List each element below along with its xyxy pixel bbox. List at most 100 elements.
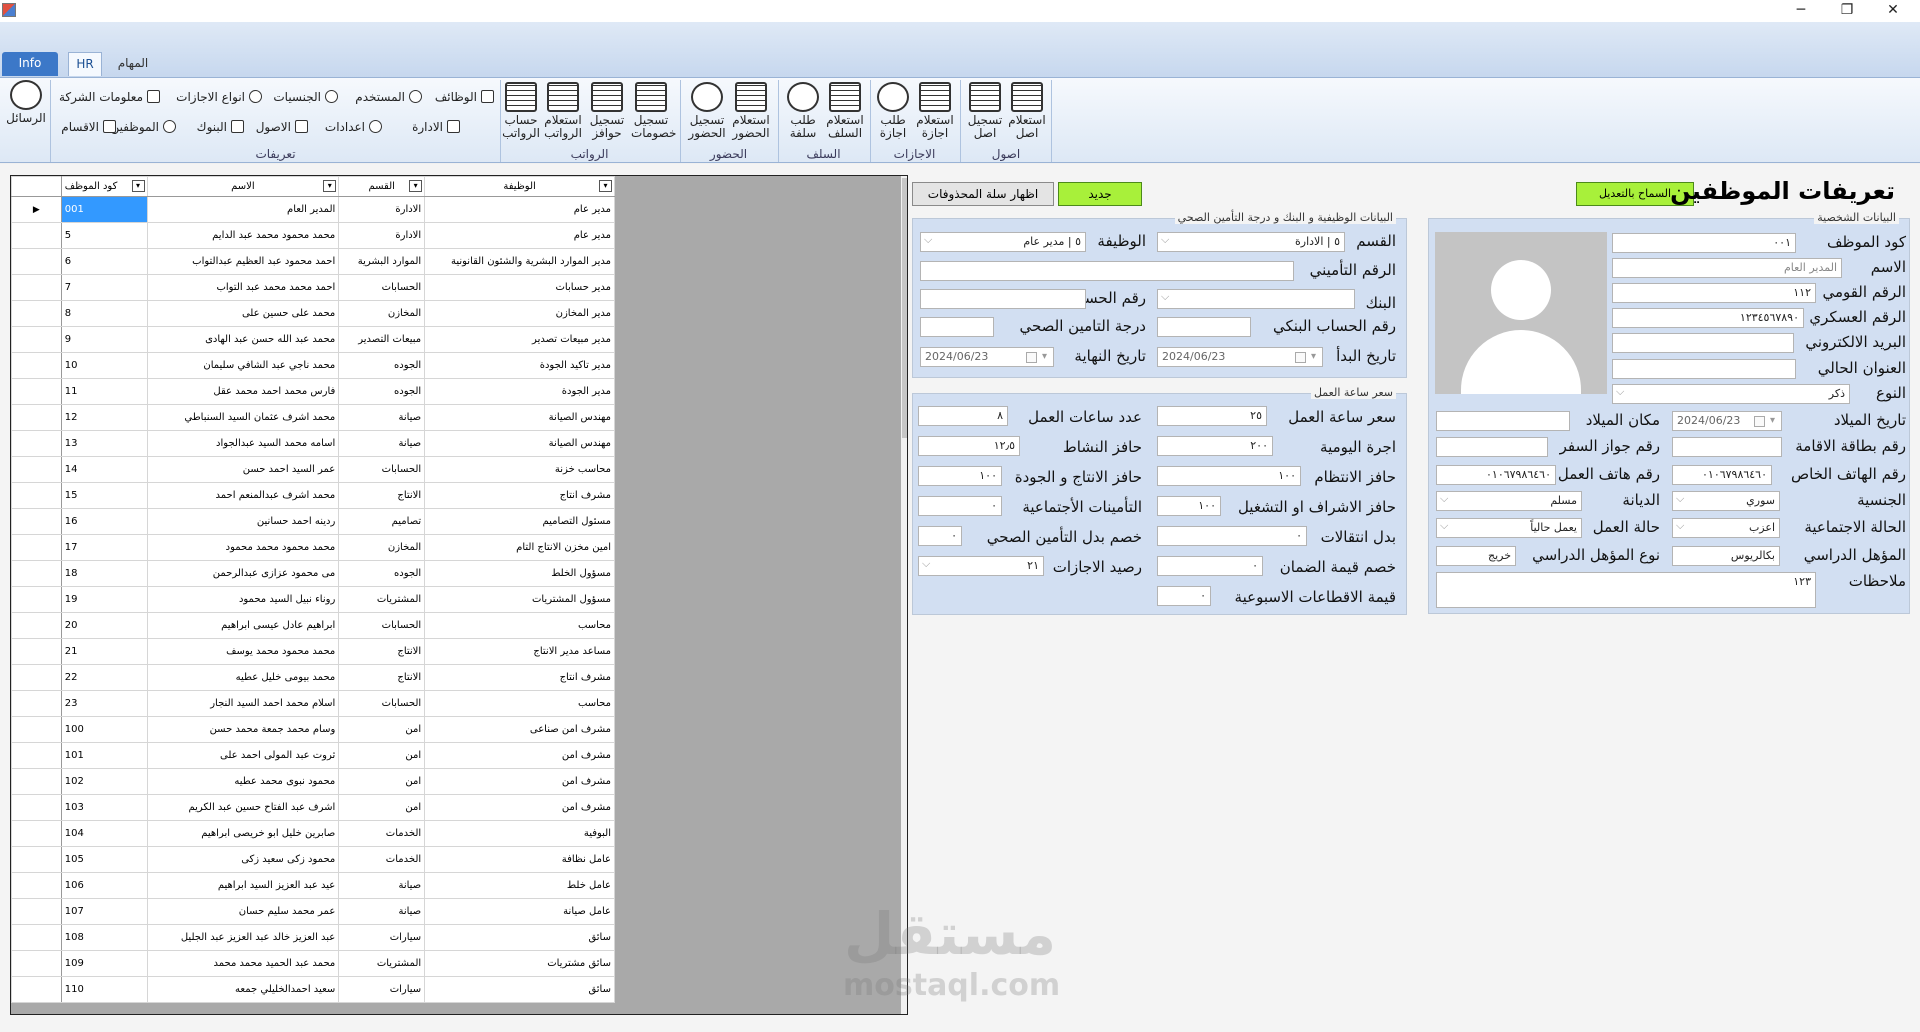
input-health-grade[interactable] (920, 317, 994, 337)
cell-code[interactable]: 109 (60, 950, 148, 977)
table-row[interactable]: 106 عيد عبد العزيز السيد ابراهيم صيانة عامل… (11, 872, 615, 899)
row-header[interactable] (11, 716, 62, 743)
cell-code[interactable]: 12 (60, 404, 148, 431)
table-row[interactable]: 17 محمد محمود محمد محمود المخازن امين مخزن … (11, 534, 615, 561)
cell-job[interactable]: سائق (424, 924, 615, 951)
query-salaries-button[interactable]: استعلام الرواتب (543, 82, 583, 140)
cell-name[interactable]: روناء نبيل السيد محمود (146, 586, 340, 613)
tab-tasks[interactable]: المهام (110, 52, 156, 76)
cell-job[interactable]: عامل صيانة (424, 898, 615, 925)
input-email[interactable] (1612, 333, 1794, 353)
input-account-no[interactable] (920, 289, 1086, 309)
cell-department[interactable]: الخدمات (338, 820, 426, 847)
settings-button[interactable]: اعدادات (325, 118, 382, 136)
employees-button[interactable]: الموظفين (110, 118, 176, 136)
cell-job[interactable]: مدير مبيعات تصدير (424, 326, 615, 353)
table-row[interactable]: 21 محمد محمود محمد يوسف الانتاج مساعد مدير … (11, 638, 615, 665)
cell-code[interactable]: 107 (60, 898, 148, 925)
table-row[interactable]: 18 مى محمود عزازى عبدالرحمن الجوده مسؤول ال… (11, 560, 615, 587)
cell-name[interactable]: محمد عبد الله حسن عبد الهادى (146, 326, 340, 353)
filter-dropdown-icon[interactable]: ▾ (323, 180, 337, 192)
input-production-bonus[interactable]: ١٠٠ (918, 466, 1002, 486)
row-header[interactable] (11, 794, 62, 821)
input-military-no[interactable]: ١٢٣٤٥٦٧٨٩٠ (1612, 308, 1804, 328)
cell-job[interactable]: مدير تاكيد الجودة (424, 352, 615, 379)
cell-department[interactable]: الخدمات (338, 846, 426, 873)
table-row[interactable]: 14 عمر السيد احمد حسن الحسابات محاسب خزنة (11, 456, 615, 483)
select-work-status[interactable]: يعمل حالياً (1436, 518, 1582, 538)
maximize-button[interactable]: ❐ (1824, 0, 1870, 22)
cell-job[interactable]: مدير حسابات (424, 274, 615, 301)
cell-name[interactable]: ثروت عبد المولى احمد على (146, 742, 340, 769)
cell-name[interactable]: احمد محمود عبد العظيم عبدالتواب (146, 248, 340, 275)
table-row[interactable]: ▶ 001 المدير العام الادارة مدير عام (11, 196, 615, 223)
cell-department[interactable]: الادارة (338, 196, 426, 223)
cell-job[interactable]: مشرف انتاج (424, 664, 615, 691)
cell-name[interactable]: اشرف عبد الفتاح حسين عبد الكريم (146, 794, 340, 821)
request-loan-button[interactable]: طلب سلفة (783, 82, 823, 140)
input-work-hours[interactable]: ٨ (918, 406, 1008, 426)
input-passport[interactable] (1436, 437, 1548, 457)
cell-job[interactable]: مدير المخازن (424, 300, 615, 327)
cell-department[interactable]: صيانة (338, 872, 426, 899)
cell-department[interactable]: امن (338, 768, 426, 795)
cell-name[interactable]: ابراهيم عادل عيسى ابراهيم (146, 612, 340, 639)
cell-name[interactable]: ردينه احمد حسانين (146, 508, 340, 535)
register-deductions-button[interactable]: تسجيل خصومات (631, 82, 676, 140)
cell-department[interactable]: الموارد البشرية (338, 248, 426, 275)
cell-department[interactable]: المشتريات (338, 950, 426, 977)
row-header[interactable] (11, 508, 62, 535)
row-header[interactable] (11, 742, 62, 769)
cell-department[interactable]: امن (338, 794, 426, 821)
table-row[interactable]: 20 ابراهيم عادل عيسى ابراهيم الحسابات محاسب (11, 612, 615, 639)
input-supervision-bonus[interactable]: ١٠٠ (1157, 496, 1221, 516)
input-insurance-no[interactable] (920, 261, 1294, 281)
cell-name[interactable]: محمد عبد الحميد محمد محمد (146, 950, 340, 977)
input-hour-price[interactable]: ٢٥ (1157, 406, 1267, 426)
table-row[interactable]: 7 احمد محمد محمد عبد التواب الحسابات مدير ح… (11, 274, 615, 301)
input-health-deduction[interactable]: ٠ (918, 526, 962, 546)
cell-job[interactable]: عامل نظافة (424, 846, 615, 873)
register-incentives-button[interactable]: تسجيل حوافز (587, 82, 627, 140)
cell-code[interactable]: 108 (60, 924, 148, 951)
cell-job[interactable]: مشرف انتاج (424, 482, 615, 509)
cell-code[interactable]: 22 (60, 664, 148, 691)
row-header[interactable] (11, 924, 62, 951)
cell-job[interactable]: سائق مشتريات (424, 950, 615, 977)
date-checkbox[interactable] (1754, 416, 1765, 427)
row-header[interactable] (11, 898, 62, 925)
column-header-code[interactable]: كود الموظف ▾ (60, 176, 148, 197)
cell-code[interactable]: 110 (60, 976, 148, 1003)
cell-job[interactable]: امين مخزن الانتاج التام (424, 534, 615, 561)
row-header[interactable] (11, 378, 62, 405)
table-row[interactable]: 10 محمد ناجي عبد الشافي سليمان الجوده مدير … (11, 352, 615, 379)
cell-name[interactable]: محمد بيومى خليل عطيه (146, 664, 340, 691)
cell-name[interactable]: صابرين خليل ابو خريصى ابراهيم (146, 820, 340, 847)
cell-name[interactable]: اسامه محمد السيد عبدالجواد (146, 430, 340, 457)
cell-department[interactable]: الجوده (338, 560, 426, 587)
table-row[interactable]: 11 فارس محمد احمد محمد عقل الجوده مدير الجو… (11, 378, 615, 405)
cell-department[interactable]: الحسابات (338, 612, 426, 639)
assets-button[interactable]: الاصول (256, 118, 308, 136)
jobs-button[interactable]: الوظائف (435, 88, 494, 106)
cell-name[interactable]: محمود زكى سعيد زكى (146, 846, 340, 873)
cell-code[interactable]: 100 (60, 716, 148, 743)
cell-name[interactable]: عيد عبد العزيز السيد ابراهيم (146, 872, 340, 899)
cell-name[interactable]: عبد العزيز خالد عبد العزيز عبد الجليل (146, 924, 340, 951)
cell-job[interactable]: مسئول التصاميم (424, 508, 615, 535)
close-button[interactable]: ✕ (1870, 0, 1916, 22)
cell-name[interactable]: وسام محمد جمعة محمد حسن (146, 716, 340, 743)
cell-code[interactable]: 11 (60, 378, 148, 405)
cell-code[interactable]: 19 (60, 586, 148, 613)
scrollbar-thumb[interactable] (902, 178, 907, 438)
user-button[interactable]: المستخدم (355, 88, 422, 106)
cell-name[interactable]: محمد على حسين على (146, 300, 340, 327)
cell-department[interactable]: صيانة (338, 898, 426, 925)
date-birth[interactable]: 2024/06/23 (1672, 411, 1782, 431)
cell-department[interactable]: سيارات (338, 976, 426, 1003)
input-guarantee-deduction[interactable]: ٠ (1157, 556, 1263, 576)
filter-dropdown-icon[interactable]: ▾ (409, 180, 423, 192)
table-row[interactable]: 5 محمد محمود محمد عبد الدايم الادارة مدير ع… (11, 222, 615, 249)
cell-job[interactable]: مهندس الصيانة (424, 404, 615, 431)
cell-code[interactable]: 5 (60, 222, 148, 249)
